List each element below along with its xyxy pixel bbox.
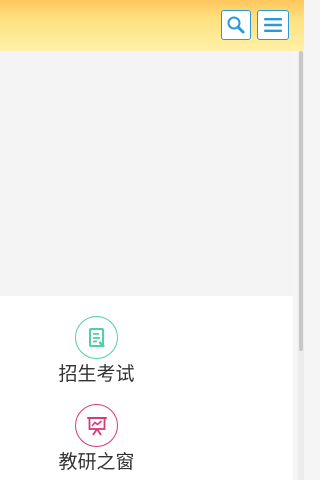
nav-item-icon-circle [75, 404, 118, 447]
nav-item-icon-circle [75, 316, 118, 359]
exam-document-icon [88, 327, 105, 347]
banner-area [0, 51, 293, 296]
header-bar [0, 0, 304, 51]
search-icon [227, 16, 245, 34]
presentation-board-icon [86, 416, 107, 435]
menu-button[interactable] [257, 10, 289, 40]
search-button[interactable] [221, 10, 251, 40]
nav-item-label: 招生考试 [58, 363, 135, 385]
scrollbar-thumb[interactable] [299, 51, 303, 351]
nav-item-exam[interactable]: 招生考试 [40, 316, 153, 385]
hamburger-menu-icon [264, 18, 282, 32]
page: 招生考试 教研之窗 [0, 0, 304, 480]
nav-item-teaching-research[interactable]: 教研之窗 [40, 404, 153, 473]
nav-grid: 招生考试 教研之窗 [0, 296, 293, 480]
nav-item-label: 教研之窗 [58, 451, 135, 473]
